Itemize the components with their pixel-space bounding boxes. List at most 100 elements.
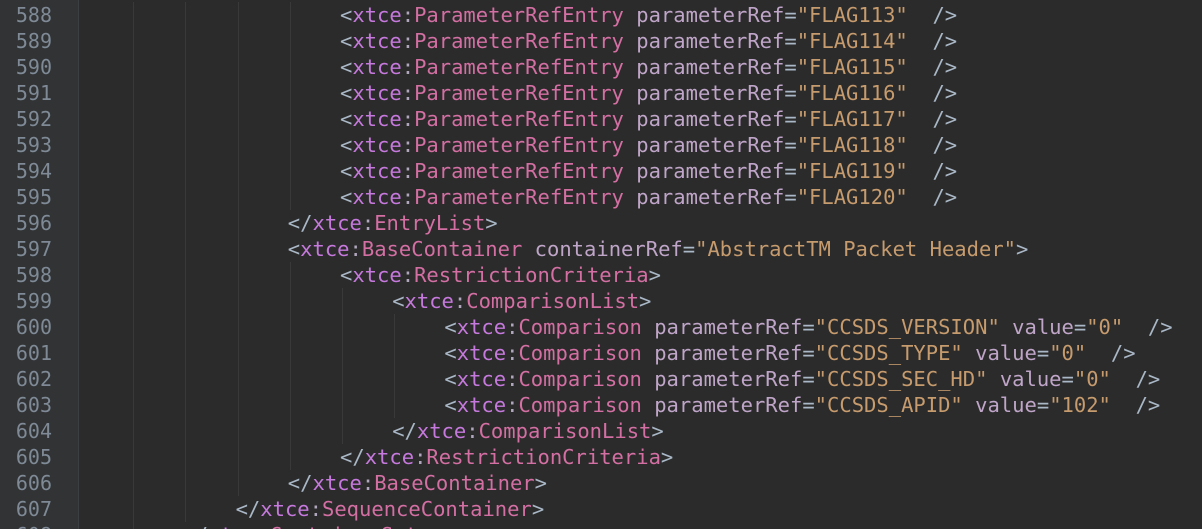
indent-guide (237, 288, 239, 314)
namespace-colon: : (453, 289, 467, 313)
indent-guide (342, 392, 343, 418)
open-bracket: </ (340, 445, 365, 469)
indent-guide (133, 236, 135, 262)
equals-sign: = (784, 81, 797, 105)
code-editor[interactable]: 588 <xtce:ParameterRefEntry parameterRef=… (0, 0, 1202, 529)
code-line[interactable]: 599 <xtce:ComparisonList> (0, 288, 1202, 314)
indent-guide (185, 340, 187, 366)
indent-guide (185, 54, 187, 80)
indent-guide (237, 340, 239, 366)
code-line[interactable]: 589 <xtce:ParameterRefEntry parameterRef=… (0, 28, 1202, 54)
code-line[interactable]: 591 <xtce:ParameterRefEntry parameterRef=… (0, 80, 1202, 106)
attribute-value: "0" (1073, 367, 1111, 391)
namespace-colon: : (401, 107, 415, 131)
line-number: 590 (15, 55, 52, 79)
indent-guide (289, 158, 291, 184)
code-line[interactable]: 588 <xtce:ParameterRefEntry parameterRef=… (0, 2, 1202, 28)
namespace-prefix: xtce (352, 29, 402, 53)
equals-sign: = (682, 237, 696, 261)
code-line[interactable]: 603 <xtce:Comparison parameterRef="CCSDS_… (0, 392, 1202, 418)
namespace-colon: : (506, 367, 519, 391)
code-line[interactable]: 596 </xtce:EntryList> (0, 210, 1202, 236)
indent-guide (133, 418, 135, 444)
tag-name: ParameterRefEntry (414, 107, 624, 131)
attribute-value: "CCSDS_TYPE" (814, 341, 963, 365)
line-content: <xtce:ComparisonList> (392, 288, 651, 314)
namespace-prefix: xtce (404, 289, 454, 313)
indent-guide (237, 444, 239, 470)
indent-guide (289, 132, 291, 158)
indent-guide (237, 132, 239, 158)
attribute-name: value (1012, 315, 1074, 339)
code-line[interactable]: 597 <xtce:BaseContainer containerRef="Abs… (0, 236, 1202, 262)
indent-guide (133, 80, 135, 106)
open-bracket: </ (235, 497, 261, 521)
indent-guide (289, 2, 291, 28)
indent-guide (237, 106, 239, 132)
indent-guide (237, 2, 239, 28)
line-number: 596 (15, 211, 52, 235)
code-line[interactable]: 594 <xtce:ParameterRefEntry parameterRef=… (0, 158, 1202, 184)
close-bracket: /> (1110, 367, 1161, 391)
code-line[interactable]: 607 </xtce:SequenceContainer> (0, 496, 1202, 522)
code-line[interactable]: 601 <xtce:Comparison parameterRef="CCSDS_… (0, 340, 1202, 366)
code-line[interactable]: 598 <xtce:RestrictionCriteria> (0, 262, 1202, 288)
line-number: 607 (15, 497, 52, 521)
indent-guide (289, 392, 291, 418)
code-line[interactable]: 600 <xtce:Comparison parameterRef="CCSDS_… (0, 314, 1202, 340)
attribute-value: "FLAG117" (796, 107, 908, 131)
indent-guide (133, 444, 135, 470)
indent-guide (185, 80, 187, 106)
indent-guide (237, 418, 239, 444)
tag-name: BaseContainer (374, 471, 535, 495)
code-line[interactable]: 604 </xtce:ComparisonList> (0, 418, 1202, 444)
equals-sign: = (784, 29, 797, 53)
code-line[interactable]: 608 </xtce:ContainerSet> (0, 522, 1202, 529)
namespace-prefix: xtce (456, 367, 507, 391)
indent-guide (133, 158, 135, 184)
open-bracket: < (340, 55, 353, 79)
attribute-value: "CCSDS_VERSION" (814, 315, 1000, 339)
close-bracket: > (648, 263, 661, 287)
equals-sign: = (1036, 393, 1050, 417)
close-bracket: > (660, 445, 674, 469)
indent-guide (237, 392, 239, 418)
code-line[interactable]: 593 <xtce:ParameterRefEntry parameterRef=… (0, 132, 1202, 158)
indent-guide (237, 470, 239, 496)
attribute-value: "FLAG120" (796, 185, 908, 209)
indent-guide (237, 80, 239, 106)
equals-sign: = (784, 55, 797, 79)
code-line[interactable]: 606 </xtce:BaseContainer> (0, 470, 1202, 496)
code-line[interactable]: 595 <xtce:ParameterRefEntry parameterRef=… (0, 184, 1202, 210)
code-line[interactable]: 592 <xtce:ParameterRefEntry parameterRef=… (0, 106, 1202, 132)
tag-name: EntryList (374, 211, 486, 235)
line-content: </xtce:BaseContainer> (288, 470, 547, 496)
indent-guide (289, 366, 291, 392)
close-bracket: > (639, 289, 652, 313)
tag-name: SequenceContainer (322, 497, 532, 521)
indent-guide (133, 210, 135, 236)
indent-guide (185, 496, 187, 522)
line-content: <xtce:ParameterRefEntry parameterRef="FL… (340, 158, 957, 184)
indent-guide (133, 262, 135, 288)
open-bracket: < (340, 263, 353, 287)
line-content: </xtce:SequenceContainer> (236, 496, 545, 522)
indent-guide (342, 314, 343, 340)
close-bracket: /> (1123, 315, 1173, 339)
indent-guide (289, 80, 291, 106)
attribute-value: "0" (1086, 315, 1124, 339)
indent-guide (342, 366, 343, 392)
code-line[interactable]: 602 <xtce:Comparison parameterRef="CCSDS_… (0, 366, 1202, 392)
tag-name: ParameterRefEntry (414, 159, 624, 183)
attribute-value: "0" (1049, 341, 1087, 365)
close-bracket: /> (1086, 341, 1136, 365)
tag-name: ComparisonList (478, 419, 652, 443)
code-line[interactable]: 605 </xtce:RestrictionCriteria> (0, 444, 1202, 470)
line-content: <xtce:BaseContainer containerRef="Abstra… (288, 236, 1029, 262)
indent-guide (133, 2, 135, 28)
indent-guide (185, 288, 187, 314)
code-line[interactable]: 590 <xtce:ParameterRefEntry parameterRef=… (0, 54, 1202, 80)
indent-guide (185, 106, 187, 132)
close-bracket: /> (907, 3, 958, 27)
indent-guide (342, 340, 343, 366)
